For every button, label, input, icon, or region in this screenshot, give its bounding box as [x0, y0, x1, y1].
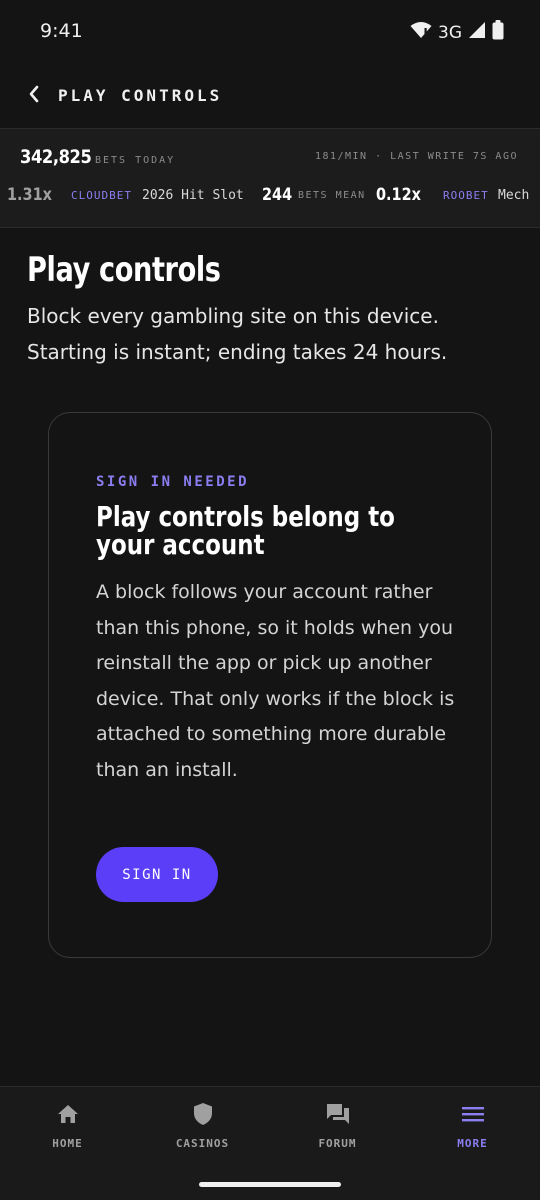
ticker-game: 2026 Hit Slot [142, 188, 244, 203]
page-description: Block every gambling site on this device… [27, 304, 448, 364]
nav-item-home[interactable]: HOME [0, 1101, 135, 1161]
sign-in-button[interactable]: SIGN IN [96, 847, 218, 902]
nav-label: FORUM [318, 1137, 357, 1150]
ticker-casino: ROOBET [443, 189, 489, 202]
header-title: PLAY CONTROLS [58, 86, 223, 105]
chevron-left-icon [27, 85, 41, 108]
nav-label: CASINOS [175, 1137, 230, 1150]
ticker-casino: CLOUDBET [71, 189, 132, 202]
card-title: Play controls belong to your account [96, 500, 395, 561]
live-bets-ticker: 342,825 BETS TODAY 181/MIN · LAST WRITE … [0, 128, 540, 228]
cell-signal-icon [468, 21, 486, 44]
ticker-mean-label: BETS MEAN [298, 190, 366, 201]
card-body: A block follows your account rather than… [96, 581, 455, 781]
forum-icon [325, 1101, 351, 1127]
nav-label: MORE [457, 1137, 488, 1150]
nav-label: HOME [52, 1137, 83, 1150]
nav-item-casinos[interactable]: CASINOS [135, 1101, 270, 1161]
ticker-mean-value: 244 [262, 185, 293, 205]
status-time: 9:41 [40, 20, 83, 42]
ticker-multiplier: 0.12x [376, 185, 421, 205]
ticker-multiplier: 1.31x [7, 185, 52, 205]
back-button[interactable] [22, 84, 46, 108]
network-type: 3G [438, 22, 462, 43]
nav-item-forum[interactable]: FORUM [270, 1101, 405, 1161]
sign-in-card: SIGN IN NEEDED Play controls belong to y… [48, 412, 492, 958]
card-eyebrow: SIGN IN NEEDED [96, 474, 250, 490]
page-title: Play controls [27, 250, 221, 290]
home-indicator[interactable] [199, 1182, 341, 1187]
home-icon [55, 1101, 81, 1127]
ticker-game: Mech [498, 188, 530, 203]
status-bar: 9:41 3G [0, 0, 540, 64]
app-header: PLAY CONTROLS [0, 72, 540, 120]
wifi-icon [410, 21, 432, 44]
bets-rate: 181/MIN · LAST WRITE 7S AGO [314, 151, 518, 162]
menu-icon [460, 1101, 486, 1127]
bets-count-label: BETS TODAY [95, 155, 176, 166]
battery-icon [492, 20, 504, 45]
nav-item-more[interactable]: MORE [405, 1101, 540, 1161]
bets-count: 342,825 [20, 146, 92, 168]
status-icons: 3G [410, 20, 504, 45]
shield-icon [190, 1101, 216, 1127]
